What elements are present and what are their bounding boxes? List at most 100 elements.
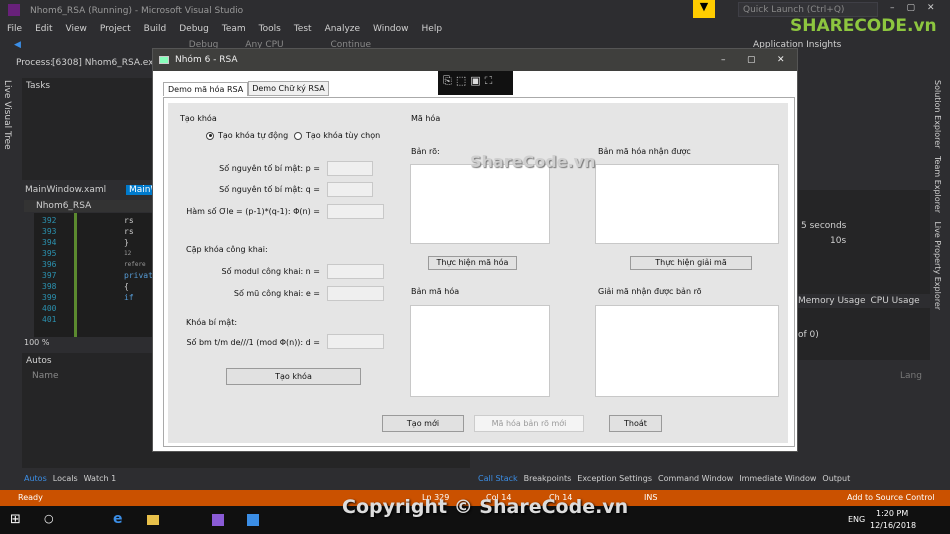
tab-demo-signature[interactable]: Demo Chữ ký RSA: [248, 81, 329, 96]
select-element-icon[interactable]: ⎘: [443, 74, 456, 87]
radio-auto-indicator[interactable]: [206, 131, 214, 140]
diagnostics-panel: 5 seconds 10s Memory Usage CPU Usage of 0…: [798, 190, 930, 360]
radio-custom-label: Tạo khóa tùy chọn: [306, 131, 381, 140]
radio-custom[interactable]: Tạo khóa tùy chọn: [294, 131, 380, 140]
q-input[interactable]: [327, 182, 373, 197]
d-label: Số bm t/m de///1 (mod Φ(n)): d =: [186, 338, 320, 347]
dialog-maximize[interactable]: ▢: [747, 49, 756, 71]
tab-breakpoints[interactable]: Breakpoints: [524, 474, 572, 483]
clock-time[interactable]: 1:20 PM: [876, 509, 908, 518]
radio-auto[interactable]: Tạo khóa tự động: [206, 131, 288, 140]
line-number: 399: [42, 293, 57, 302]
encrypt-button[interactable]: Thực hiện mã hóa: [428, 256, 517, 270]
dialog-title: Nhóm 6 - RSA: [175, 55, 238, 65]
zoom-select[interactable]: 100 %: [24, 338, 49, 347]
decrypted-output[interactable]: [595, 305, 779, 397]
start-icon[interactable]: ⊞: [10, 512, 21, 527]
tab-demo-encrypt[interactable]: Demo mã hóa RSA: [163, 82, 249, 96]
menu-edit[interactable]: Edit: [35, 24, 52, 34]
search-icon[interactable]: ○: [44, 512, 54, 525]
line-number: 398: [42, 282, 57, 291]
n-input[interactable]: [327, 264, 384, 279]
editor-tabs: MainWindow.xaml MainW: [22, 185, 163, 198]
tab-memory-usage[interactable]: Memory Usage: [798, 296, 866, 306]
menu-bar: File Edit View Project Build Debug Team Tools Te…: [7, 24, 455, 34]
ciphertext-label: Bản mã hóa: [411, 287, 460, 296]
radio-custom-indicator[interactable]: [294, 131, 302, 140]
generate-key-button[interactable]: Tạo khóa: [226, 368, 361, 385]
menu-team[interactable]: Team: [222, 24, 246, 34]
dialog-app-icon: [159, 56, 169, 64]
menu-file[interactable]: File: [7, 24, 22, 34]
line-number: 397: [42, 271, 57, 280]
app-taskbar-icon[interactable]: [247, 514, 259, 526]
solution-explorer-tab[interactable]: Solution Explorer: [933, 80, 942, 148]
layout-adorner-icon[interactable]: ⛶: [485, 74, 497, 87]
watermark-sharecode: ShareCode.vn: [470, 152, 596, 171]
window-controls[interactable]: –▢✕: [890, 3, 947, 13]
process-select[interactable]: [6308] Nhom6_RSA.exe: [52, 58, 159, 68]
line-number: 395: [42, 249, 57, 258]
menu-tools[interactable]: Tools: [259, 24, 281, 34]
back-icon[interactable]: ◀: [14, 40, 21, 50]
vs-taskbar-icon[interactable]: [212, 514, 224, 526]
menu-project[interactable]: Project: [100, 24, 131, 34]
exit-button[interactable]: Thoát: [609, 415, 662, 432]
window-title: Nhom6_RSA (Running) - Microsoft Visual S…: [30, 6, 244, 16]
dialog-minimize[interactable]: –: [721, 49, 726, 71]
phi-input[interactable]: [327, 204, 384, 219]
change-bar: [74, 213, 77, 337]
content-panel: Tạo khóa Tạo khóa tự động Tạo khóa tùy c…: [168, 103, 788, 443]
radio-auto-label: Tạo khóa tự động: [218, 131, 289, 140]
display-adorners-icon[interactable]: ⬚: [456, 74, 470, 87]
menu-analyze[interactable]: Analyze: [325, 24, 360, 34]
menu-test[interactable]: Test: [294, 24, 312, 34]
add-to-source-control[interactable]: Add to Source Control: [847, 490, 935, 506]
line-numbers: 392 393 394 395 396 397 398 399 400 401: [42, 215, 56, 325]
language-indicator[interactable]: ENG: [848, 515, 865, 524]
menu-build[interactable]: Build: [144, 24, 167, 34]
tab-immediate-window[interactable]: Immediate Window: [739, 474, 816, 483]
e-input[interactable]: [327, 286, 384, 301]
tab-command-window[interactable]: Command Window: [658, 474, 733, 483]
new-button[interactable]: Tạo mới: [382, 415, 464, 432]
p-label: Số nguyên tố bí mật: p =: [219, 164, 320, 173]
menu-debug[interactable]: Debug: [179, 24, 209, 34]
ciphertext-output[interactable]: [410, 305, 550, 397]
p-input[interactable]: [327, 161, 373, 176]
encrypt-new-button[interactable]: Mã hóa bản rõ mới: [474, 415, 584, 432]
filter-icon[interactable]: ▼: [693, 0, 715, 18]
line-number: 396: [42, 260, 57, 269]
tab-exception-settings[interactable]: Exception Settings: [577, 474, 652, 483]
tab-mainwindow-xaml[interactable]: MainWindow.xaml: [22, 185, 109, 195]
tab-output[interactable]: Output: [822, 474, 850, 483]
watermark: Copyright © ShareCode.vn: [342, 496, 629, 518]
editor-scope[interactable]: Nhom6_RSA: [24, 200, 152, 212]
tasks-title: Tasks: [26, 81, 51, 91]
tab-autos[interactable]: Autos: [24, 474, 47, 483]
team-explorer-tab[interactable]: Team Explorer: [933, 156, 942, 213]
quick-launch[interactable]: Quick Launch (Ctrl+Q): [738, 2, 878, 17]
tab-watch[interactable]: Watch 1: [84, 474, 117, 483]
decrypt-button[interactable]: Thực hiện giải mã: [630, 256, 752, 270]
live-property-explorer-tab[interactable]: Live Property Explorer: [933, 221, 942, 310]
tab-locals[interactable]: Locals: [53, 474, 78, 483]
edge-icon[interactable]: e: [113, 511, 123, 527]
d-input[interactable]: [327, 334, 384, 349]
line-number: 393: [42, 227, 57, 236]
live-visual-tree-tab[interactable]: Live Visual Tree: [2, 80, 12, 150]
plaintext-input[interactable]: [410, 164, 550, 244]
dialog-close[interactable]: ✕: [777, 49, 785, 71]
clock-date[interactable]: 12/16/2018: [870, 521, 916, 530]
menu-window[interactable]: Window: [373, 24, 409, 34]
code-editor[interactable]: 392 393 394 395 396 397 398 399 400 401 rs rs} 12 r…: [34, 213, 153, 337]
tab-call-stack[interactable]: Call Stack: [478, 474, 518, 483]
explorer-icon[interactable]: [147, 515, 159, 525]
menu-view[interactable]: View: [66, 24, 87, 34]
received-cipher-input[interactable]: [595, 164, 779, 244]
lang-col: Lang: [900, 371, 922, 381]
menu-help[interactable]: Help: [422, 24, 443, 34]
e-label: Số mũ công khai: e =: [233, 289, 320, 298]
track-focus-icon[interactable]: ▣: [470, 74, 484, 87]
tab-cpu-usage[interactable]: CPU Usage: [871, 296, 920, 306]
